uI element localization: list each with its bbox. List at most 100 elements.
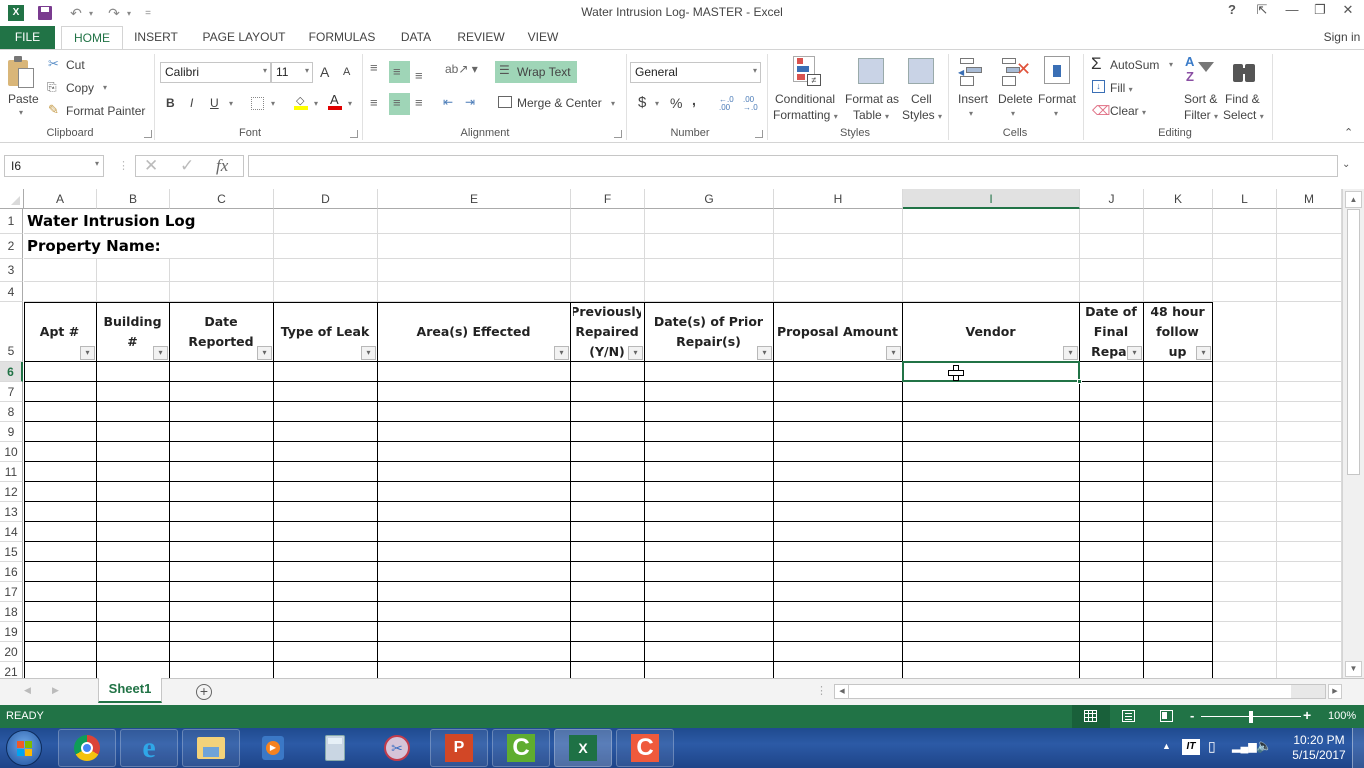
- cell-M11[interactable]: [1277, 462, 1342, 482]
- tab-data[interactable]: DATA: [395, 26, 437, 49]
- cell-G9[interactable]: [645, 422, 774, 442]
- comma-style-button[interactable]: ,: [692, 92, 696, 108]
- cell-B3[interactable]: [97, 259, 170, 282]
- cell-J21[interactable]: [1080, 662, 1144, 678]
- cell-H13[interactable]: [774, 502, 903, 522]
- cell-A6[interactable]: [24, 362, 97, 382]
- cell-E1[interactable]: [378, 209, 571, 234]
- cell-B8[interactable]: [97, 402, 170, 422]
- scroll-up-icon[interactable]: ▲: [1345, 191, 1362, 208]
- cell-M20[interactable]: [1277, 642, 1342, 662]
- cell-C3[interactable]: [170, 259, 274, 282]
- cell-C20[interactable]: [170, 642, 274, 662]
- column-header-h[interactable]: H: [774, 189, 903, 209]
- ribbon-display-options-button[interactable]: ⇱: [1248, 2, 1276, 22]
- column-header-c[interactable]: C: [170, 189, 274, 209]
- column-header-d[interactable]: D: [274, 189, 378, 209]
- row-header-14[interactable]: 14: [0, 522, 23, 542]
- tab-home[interactable]: HOME: [61, 26, 123, 49]
- cell-L11[interactable]: [1213, 462, 1277, 482]
- clipboard-launcher-icon[interactable]: [144, 130, 152, 138]
- help-button[interactable]: ?: [1218, 2, 1246, 22]
- cell-I11[interactable]: [903, 462, 1080, 482]
- vertical-scrollbar[interactable]: ▲ ▼: [1342, 189, 1364, 678]
- restore-button[interactable]: ❐: [1306, 2, 1334, 22]
- cell-H10[interactable]: [774, 442, 903, 462]
- autosum-button[interactable]: AutoSum: [1110, 58, 1159, 72]
- format-painter-button[interactable]: Format Painter: [66, 104, 145, 118]
- cell-L5[interactable]: [1213, 302, 1277, 362]
- cell-G1[interactable]: [645, 209, 774, 234]
- cell-B18[interactable]: [97, 602, 170, 622]
- cell-A13[interactable]: [24, 502, 97, 522]
- cell-M14[interactable]: [1277, 522, 1342, 542]
- insert-dropdown-icon[interactable]: ▾: [969, 109, 973, 118]
- align-left-icon[interactable]: ≡: [370, 95, 378, 110]
- taskbar-internet-explorer[interactable]: e: [120, 729, 178, 767]
- row-header-16[interactable]: 16: [0, 562, 23, 582]
- increase-decimal-button[interactable]: ←.0 .00: [719, 96, 739, 112]
- cell-M6[interactable]: [1277, 362, 1342, 382]
- row-header-15[interactable]: 15: [0, 542, 23, 562]
- cell-A17[interactable]: [24, 582, 97, 602]
- cell-E20[interactable]: [378, 642, 571, 662]
- cell-K17[interactable]: [1144, 582, 1213, 602]
- cell-J15[interactable]: [1080, 542, 1144, 562]
- alignment-launcher-icon[interactable]: [614, 130, 622, 138]
- cell-A3[interactable]: [24, 259, 97, 282]
- cell-I19[interactable]: [903, 622, 1080, 642]
- cell-H3[interactable]: [774, 259, 903, 282]
- decrease-indent-icon[interactable]: ⇤: [443, 95, 453, 109]
- cell-K16[interactable]: [1144, 562, 1213, 582]
- cell-B21[interactable]: [97, 662, 170, 678]
- grow-font-button[interactable]: A: [320, 64, 329, 80]
- cell-B19[interactable]: [97, 622, 170, 642]
- row-header-17[interactable]: 17: [0, 582, 23, 602]
- cell-C11[interactable]: [170, 462, 274, 482]
- row-header-5[interactable]: 5: [0, 302, 23, 362]
- cell-E3[interactable]: [378, 259, 571, 282]
- scroll-right-icon[interactable]: ▶: [1328, 684, 1342, 699]
- cell-G7[interactable]: [645, 382, 774, 402]
- cell-D14[interactable]: [274, 522, 378, 542]
- cell-D21[interactable]: [274, 662, 378, 678]
- cell-F9[interactable]: [571, 422, 645, 442]
- cell-M18[interactable]: [1277, 602, 1342, 622]
- fill-color-icon[interactable]: ◇: [294, 94, 308, 110]
- cell-K12[interactable]: [1144, 482, 1213, 502]
- zoom-out-button[interactable]: -: [1190, 708, 1194, 723]
- cell-D7[interactable]: [274, 382, 378, 402]
- cell-C6[interactable]: [170, 362, 274, 382]
- increase-indent-icon[interactable]: ⇥: [465, 95, 475, 109]
- filter-dropdown-g[interactable]: ▾: [757, 346, 772, 360]
- cell-E11[interactable]: [378, 462, 571, 482]
- cell-L9[interactable]: [1213, 422, 1277, 442]
- cell-I1[interactable]: [903, 209, 1080, 234]
- cell-B15[interactable]: [97, 542, 170, 562]
- cell-K7[interactable]: [1144, 382, 1213, 402]
- cell-E9[interactable]: [378, 422, 571, 442]
- tab-view[interactable]: VIEW: [523, 26, 563, 49]
- cell-L21[interactable]: [1213, 662, 1277, 678]
- cell-D19[interactable]: [274, 622, 378, 642]
- enter-icon[interactable]: ✓: [180, 156, 194, 176]
- cancel-icon[interactable]: ✕: [144, 156, 158, 176]
- worksheet-grid[interactable]: ABCDEFGHIJKLM 1 2 3 4 5 6 7 8 9 10 11 12 13 14 15 16 17 1…: [0, 189, 1342, 678]
- cell-F12[interactable]: [571, 482, 645, 502]
- cell-J17[interactable]: [1080, 582, 1144, 602]
- tab-insert[interactable]: INSERT: [130, 26, 182, 49]
- cell-L13[interactable]: [1213, 502, 1277, 522]
- delete-button[interactable]: Delete: [998, 92, 1033, 106]
- cell-B6[interactable]: [97, 362, 170, 382]
- filter-dropdown-d[interactable]: ▾: [361, 346, 376, 360]
- cell-J1[interactable]: [1080, 209, 1144, 234]
- orientation-icon[interactable]: ab↗ ▾: [445, 62, 478, 76]
- row-header-18[interactable]: 18: [0, 602, 23, 622]
- filter-dropdown-b[interactable]: ▾: [153, 346, 168, 360]
- tab-split-grip[interactable]: ⋮: [816, 684, 827, 697]
- cell-L2[interactable]: [1213, 234, 1277, 259]
- column-header-e[interactable]: E: [378, 189, 571, 209]
- cell-D9[interactable]: [274, 422, 378, 442]
- cell-C4[interactable]: [170, 282, 274, 302]
- column-header-m[interactable]: M: [1277, 189, 1342, 209]
